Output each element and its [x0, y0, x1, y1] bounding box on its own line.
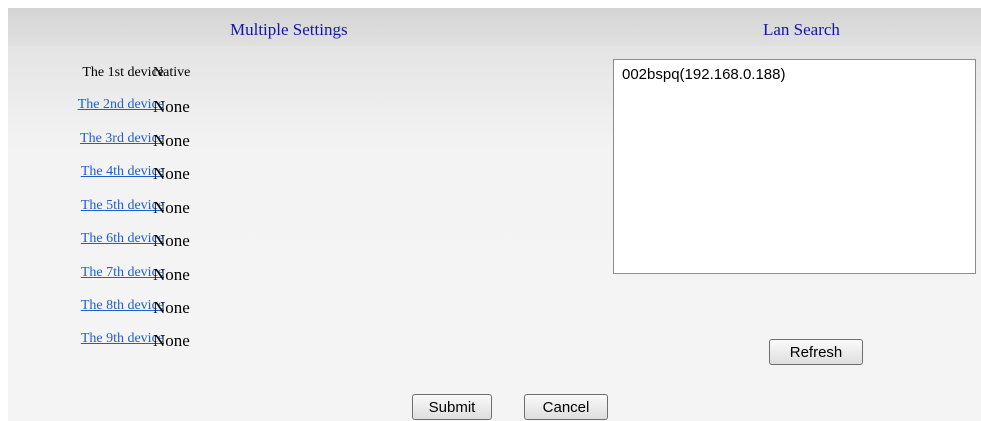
device-value-6: None [153, 231, 190, 250]
device-label-1: The 1st device [82, 65, 164, 80]
device-value-4: None [153, 164, 190, 183]
refresh-button[interactable]: Refresh [769, 339, 863, 365]
submit-button[interactable]: Submit [412, 394, 492, 420]
device-value-3: None [153, 131, 190, 150]
settings-panel: Multiple Settings Lan Search The 1st dev… [8, 8, 981, 421]
device-link-3[interactable]: The 3rd device [80, 131, 164, 147]
device-link-6[interactable]: The 6th device [81, 231, 164, 247]
lan-result-item[interactable]: 002bspq(192.168.0.188) [622, 66, 785, 83]
device-link-2[interactable]: The 2nd device [78, 97, 164, 113]
device-value-1: Native [153, 65, 191, 80]
device-value-9: None [153, 331, 190, 350]
multiple-settings-title: Multiple Settings [230, 20, 348, 39]
lan-search-list[interactable]: 002bspq(192.168.0.188) [613, 59, 976, 274]
device-link-5[interactable]: The 5th device [81, 198, 164, 214]
device-value-2: None [153, 97, 190, 116]
device-value-7: None [153, 265, 190, 284]
device-link-8[interactable]: The 8th device [81, 298, 164, 314]
device-link-7[interactable]: The 7th device [81, 265, 164, 281]
device-link-4[interactable]: The 4th device [81, 164, 164, 180]
cancel-button[interactable]: Cancel [524, 394, 608, 420]
device-value-8: None [153, 298, 190, 317]
device-link-9[interactable]: The 9th device [81, 331, 164, 347]
lan-search-title: Lan Search [763, 20, 840, 39]
device-value-5: None [153, 198, 190, 217]
